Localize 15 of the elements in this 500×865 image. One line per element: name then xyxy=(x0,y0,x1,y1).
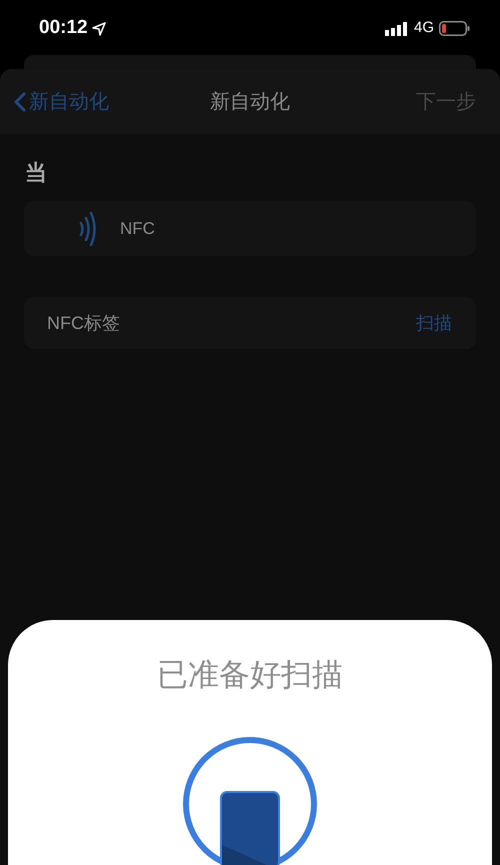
back-button[interactable]: 新自动化 xyxy=(14,86,109,116)
nfc-waves-icon xyxy=(78,212,98,246)
trigger-card[interactable]: NFC xyxy=(24,201,476,256)
network-type: 4G xyxy=(414,18,434,38)
signal-icon xyxy=(384,22,409,36)
status-time: 00:12 xyxy=(39,16,88,40)
scan-button[interactable]: 扫描 xyxy=(416,310,452,336)
battery-icon xyxy=(439,21,470,36)
chevron-left-icon xyxy=(14,92,26,112)
sheet-title: 已准备好扫描 xyxy=(157,656,343,694)
trigger-label: NFC xyxy=(120,218,155,240)
nfc-tag-label: NFC标签 xyxy=(47,312,120,334)
location-arrow-icon xyxy=(92,22,106,36)
section-title: 当 xyxy=(25,159,47,187)
nav-title: 新自动化 xyxy=(210,90,290,114)
